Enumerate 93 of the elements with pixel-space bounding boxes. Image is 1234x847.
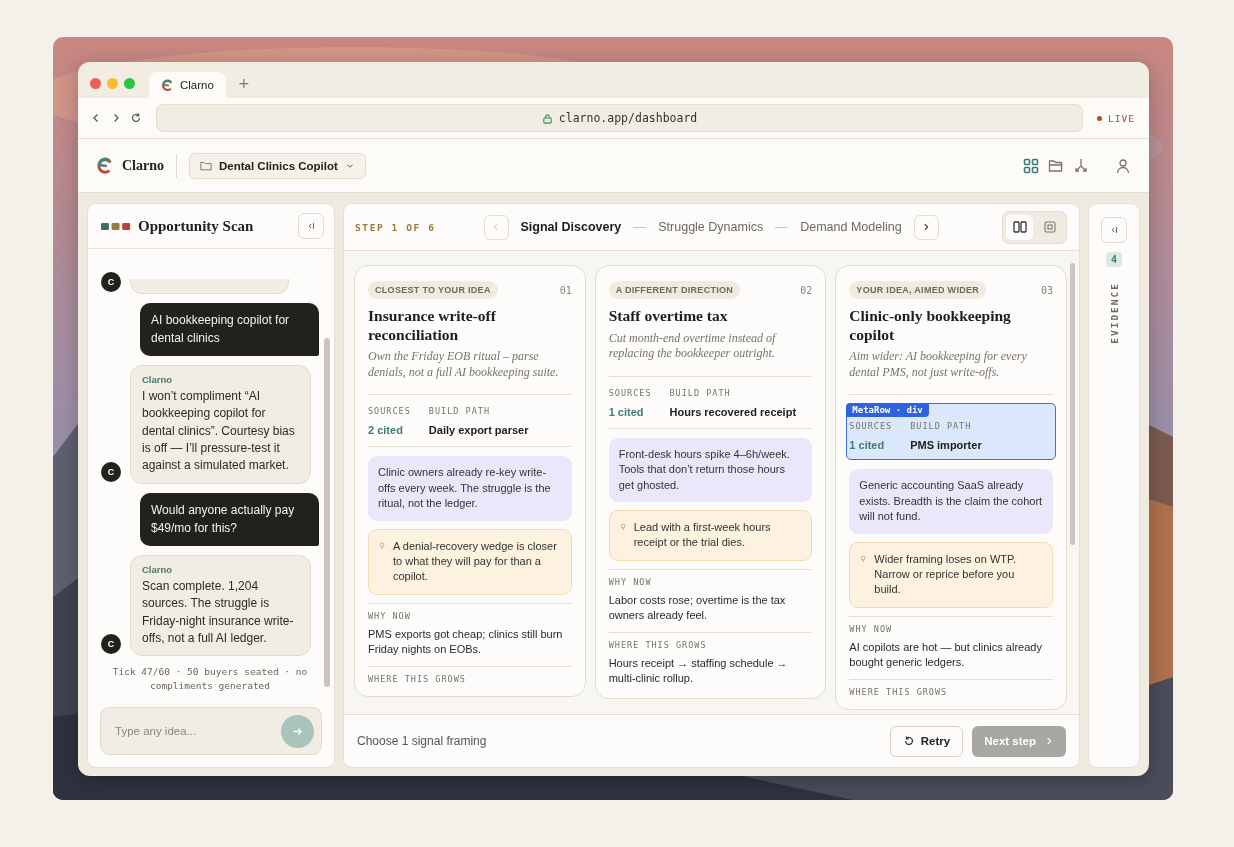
card-title: Clinic-only bookkeeping copilot [849,307,1012,345]
step-counter: STEP 1 OF 6 [355,221,436,233]
section-text: PMS exports got cheap; clinics still burn Friday nights on EOBs. [368,626,564,658]
option-card[interactable] [354,265,586,697]
avatar: C [101,461,121,482]
panel-title: Opportunity Scan [138,217,254,235]
meta-label: BUILD PATH [669,387,732,398]
browser-tab[interactable]: Clarno [149,72,226,98]
grid-icon[interactable] [1023,157,1039,174]
card-subtitle: Cut month-end overtime instead of replacing the bookkeeper outright. [608,330,813,377]
retry-icon [902,735,915,747]
card-number: 01 [559,284,572,296]
card-subtitle: Aim wider: AI bookkeeping for every dental PMS, not just write-offs. [849,349,1053,396]
section-text: Labor costs rose; overtime is the tax owners already feel. [608,592,787,624]
sources-value: 1 cited [608,405,645,418]
tag: CLOSEST TO YOUR IDEA [368,281,498,299]
build-path-value: Daily export parser [428,424,529,437]
card-title: Staff overtime tax [608,307,729,326]
evidence-label[interactable]: EVIDENCE [1108,282,1120,344]
card-number: 02 [800,284,813,296]
user-message: Would anyone actually pay $49/mo for this? [140,492,319,546]
folder-icon[interactable] [1048,157,1064,174]
lock-icon [541,112,553,124]
close-window-button[interactable] [90,77,101,89]
meta-label: BUILD PATH [428,406,491,417]
step-tab[interactable]: Struggle Dynamics [658,220,764,234]
meta-label: SOURCES [368,406,411,417]
message-text: Scan complete. 1,204 sources. The struggle is Friday-night insurance write-offs, not a full AI ledger. [142,577,295,648]
section-label: WHERE THIS GROWS [368,673,467,684]
card-subtitle: Own the Friday EOB ritual – parse denials, not a full AI bookkeeping suite. [368,349,572,396]
tag: YOUR IDEA, AIMED WIDER [849,281,987,299]
square-icon [1043,221,1056,233]
collapse-icon [306,221,316,231]
meta-label: BUILD PATH [910,421,973,432]
avatar: C [101,271,121,292]
avatar: C [101,634,121,655]
option-card[interactable] [594,265,827,700]
sources-value: 1 cited [849,439,886,452]
message-author: Clarno [142,373,174,385]
scan-icon [101,221,131,231]
build-path-value: Hours recovered receipt [669,405,797,418]
count-badge: 4 [1106,252,1122,267]
logo-icon [96,156,114,175]
live-indicator: LIVE [1091,112,1141,124]
step-tab[interactable]: Demand Modeling [800,220,902,234]
message-author: Clarno [142,563,174,575]
meta-label: SOURCES [849,421,893,432]
user-message: AI bookkeeping copilot for dental clinics [140,302,319,356]
card-title: Insurance write-off reconciliation [368,307,497,345]
section-label: WHY NOW [608,576,653,587]
tip-text: Wider framing loses on WTP. Narrow or reprice before you build. [874,551,1017,598]
user-icon[interactable] [1115,157,1131,174]
address-bar[interactable]: clarno.app/dashboard [156,104,1084,132]
folder-icon [200,160,212,171]
section-text: AI copilots are hot — but clinics already bought generic ledgers. [849,639,1043,671]
retry-button[interactable]: Retry [889,725,964,757]
build-path-value: PMS importer [910,439,982,452]
inspector-label: MetaRow · div [846,403,929,418]
columns-view-button[interactable] [1006,214,1033,240]
message-text: I won’t compliment “AI bookkeeping copilot for dental clinics”. Courtesy bias is off — I’ll pressure-test it against a simulated market. [142,387,296,475]
section-label: WHY NOW [368,610,412,621]
new-tab-button[interactable]: + [237,75,250,91]
idea-input[interactable]: Type any idea... [100,707,322,755]
chevron-right-icon [1044,736,1054,746]
hint-text: Choose 1 signal framing [357,734,487,748]
card-number: 03 [1040,284,1053,296]
insight-note: Generic accounting SaaS already exists. Breadth is the claim the cohort will not fund. [849,469,1053,534]
insight-note: Clinic owners already re-key write-offs every week. The struggle is the ritual, not the ledger. [368,456,572,521]
option-card[interactable] [835,265,1067,710]
reload-icon[interactable] [130,112,142,124]
columns-icon [1012,221,1027,233]
section-label: WHERE THIS GROWS [849,686,949,697]
step-tab[interactable]: Signal Discovery [520,220,622,234]
tip-text: Lead with a first-week hours receipt or the trial dies. [633,519,772,551]
section-label: WHERE THIS GROWS [608,639,708,650]
brand-name: Clarno [122,157,164,174]
insight-note: Front-desk hours spike 4–6h/week. Tools that don’t return those hours get ghosted. [608,437,813,502]
project-selector[interactable]: Dental Clinics Copilot [189,152,366,179]
logo-icon [161,78,174,92]
section-label: WHY NOW [849,623,894,634]
lightbulb-icon [619,522,626,532]
tip-text: A denial-recovery wedge is closer to what they will pay for than a copilot. [393,538,558,585]
idea-text-input[interactable]: Type any idea... [113,724,281,738]
meta-label: SOURCES [608,387,652,398]
lightbulb-icon [379,541,385,551]
chevron-left-icon [491,222,501,232]
sources-value: 2 cited [368,424,404,437]
tag: A DIFFERENT DIRECTION [608,281,741,299]
lightbulb-icon [860,554,867,564]
collapse-icon [1109,225,1119,235]
status-text: Tick 47/60 · 50 buyers seated · no compliments generated [111,665,309,693]
section-text: Hours receipt → staffing schedule → multi-clinic rollup. [608,655,789,686]
merge-arrows-icon[interactable] [1073,157,1089,174]
